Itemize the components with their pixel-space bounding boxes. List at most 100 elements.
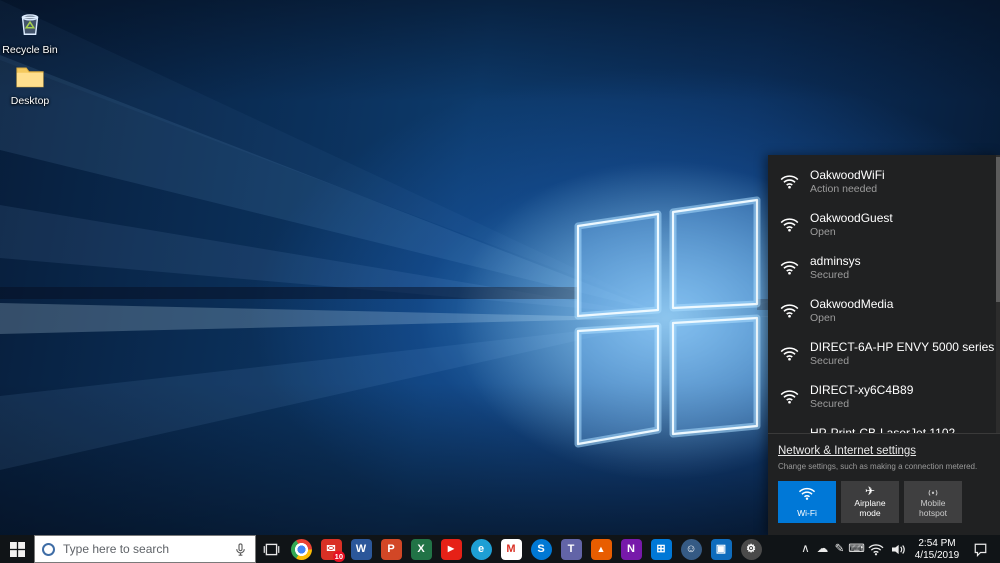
wifi-network-list: OakwoodWiFi Action needed OakwoodGuest O… — [768, 155, 1000, 433]
taskbar-app-photos[interactable]: ▣ — [706, 535, 736, 563]
taskbar-app-store[interactable]: ⊞ — [646, 535, 676, 563]
taskbar-app-teams[interactable]: T — [556, 535, 586, 563]
wifi-network-item-hp-print[interactable]: HP-Print-CB-LaserJet 1102 Open — [768, 418, 1000, 433]
wifi-network-name: DIRECT-6A-HP ENVY 5000 series — [810, 340, 994, 354]
network-settings-link[interactable]: Network & Internet settings — [778, 445, 916, 457]
wifi-icon — [780, 174, 799, 189]
wifi-tile-label: Wi-Fi — [797, 509, 817, 519]
wifi-network-status: Open — [810, 312, 893, 325]
wifi-icon — [780, 346, 799, 361]
wifi-network-item-direct-xy[interactable]: DIRECT-xy6C4B89 Secured — [768, 375, 1000, 418]
taskbar-app-youtube[interactable]: ▶ — [436, 535, 466, 563]
recycle-bin-shortcut[interactable]: Recycle Bin — [2, 8, 58, 56]
wifi-icon — [780, 432, 799, 433]
mobile-hotspot-tile[interactable]: Mobile hotspot — [904, 481, 962, 523]
search-placeholder: Type here to search — [63, 542, 225, 556]
airplane-mode-tile[interactable]: ✈ Airplane mode — [841, 481, 899, 523]
tray-wifi-icon[interactable] — [865, 535, 887, 563]
photos-glyph: ▣ — [716, 544, 726, 555]
folder-icon — [15, 62, 45, 89]
wifi-icon — [780, 217, 799, 232]
edge-glyph: e — [478, 544, 484, 555]
network-settings-caption: Change settings, such as making a connec… — [778, 462, 990, 471]
wifi-network-status: Open — [810, 226, 893, 239]
taskbar-clock[interactable]: 2:54 PM 4/15/2019 — [909, 536, 965, 562]
onenote-icon: N — [621, 539, 642, 560]
edge-icon: e — [471, 539, 492, 560]
wifi-network-item-oakwoodmedia[interactable]: OakwoodMedia Open — [768, 289, 1000, 332]
taskbar-app-settings[interactable]: ⚙ — [736, 535, 766, 563]
powerpoint-glyph: P — [387, 544, 394, 555]
wifi-network-name: HP-Print-CB-LaserJet 1102 — [810, 426, 955, 434]
mobile-hotspot-tile-label: Mobile hotspot — [906, 499, 960, 519]
wifi-network-item-direct-6a[interactable]: DIRECT-6A-HP ENVY 5000 series Secured — [768, 332, 1000, 375]
taskbar-search[interactable]: Type here to search — [34, 535, 256, 563]
clock-date: 4/15/2019 — [909, 550, 965, 562]
taskbar-app-onenote[interactable]: N — [616, 535, 646, 563]
settings-icon: ⚙ — [741, 539, 762, 560]
taskbar-app-skype[interactable]: S — [526, 535, 556, 563]
settings-glyph: ⚙ — [746, 544, 756, 555]
gmail-icon: M — [501, 539, 522, 560]
wifi-network-item-oakwoodguest[interactable]: OakwoodGuest Open — [768, 203, 1000, 246]
word-icon: W — [351, 539, 372, 560]
excel-glyph: X — [417, 544, 424, 555]
wifi-network-status: Secured — [810, 269, 861, 282]
unread-badge: 10 — [333, 551, 345, 562]
action-center-button[interactable] — [965, 542, 995, 557]
windows-desktop: Recycle Bin Desktop OakwoodWiFi Action n… — [0, 0, 1000, 563]
taskbar: Type here to search ✉ 10 W P X ▶ e — [0, 535, 1000, 563]
vlc-glyph: ▲ — [597, 545, 606, 554]
taskbar-app-excel[interactable]: X — [406, 535, 436, 563]
taskbar-app-gmail[interactable]: M — [496, 535, 526, 563]
people-icon: ☺ — [681, 539, 702, 560]
mobile-hotspot-icon — [924, 487, 942, 497]
chrome-icon — [291, 539, 312, 560]
store-icon: ⊞ — [651, 539, 672, 560]
gmail-glyph: M — [506, 544, 515, 555]
wifi-network-name: adminsys — [810, 254, 861, 268]
wifi-network-name: DIRECT-xy6C4B89 — [810, 383, 913, 397]
word-glyph: W — [356, 544, 366, 555]
taskbar-app-people[interactable]: ☺ — [676, 535, 706, 563]
teams-glyph: T — [568, 544, 575, 555]
start-button[interactable] — [0, 535, 34, 563]
quick-action-tiles: Wi-Fi ✈ Airplane mode Mobile hotspot — [768, 474, 1000, 535]
desktop-folder-shortcut[interactable]: Desktop — [2, 62, 58, 107]
taskbar-app-chrome[interactable] — [286, 535, 316, 563]
microphone-icon[interactable] — [233, 542, 248, 557]
wifi-network-item-oakwoodwifi[interactable]: OakwoodWiFi Action needed — [768, 160, 1000, 203]
powerpoint-icon: P — [381, 539, 402, 560]
tray-expand-chevron-icon[interactable]: ∧ — [797, 535, 814, 563]
skype-glyph: S — [537, 544, 544, 555]
wifi-network-name: OakwoodWiFi — [810, 168, 885, 182]
clock-time: 2:54 PM — [909, 538, 965, 550]
flyout-scrollbar[interactable] — [996, 155, 1000, 433]
touch-keyboard-icon[interactable]: ⌨ — [848, 535, 865, 563]
airplane-icon: ✈ — [865, 485, 875, 497]
vlc-icon: ▲ — [591, 539, 612, 560]
skype-icon: S — [531, 539, 552, 560]
task-view-icon — [263, 541, 280, 558]
wifi-tile[interactable]: Wi-Fi — [778, 481, 836, 523]
youtube-glyph: ▶ — [448, 545, 454, 553]
taskbar-app-word[interactable]: W — [346, 535, 376, 563]
taskbar-app-vlc[interactable]: ▲ — [586, 535, 616, 563]
store-glyph: ⊞ — [656, 544, 665, 555]
flyout-footer: Network & Internet settings Change setti… — [768, 433, 1000, 474]
windows-logo-icon — [10, 542, 25, 557]
photos-icon: ▣ — [711, 539, 732, 560]
wifi-network-item-adminsys[interactable]: adminsys Secured — [768, 246, 1000, 289]
youtube-icon: ▶ — [441, 539, 462, 560]
task-view-button[interactable] — [256, 535, 286, 563]
wifi-network-flyout: OakwoodWiFi Action needed OakwoodGuest O… — [768, 155, 1000, 535]
pen-icon[interactable]: ✎ — [831, 535, 848, 563]
volume-icon[interactable] — [887, 535, 909, 563]
teams-icon: T — [561, 539, 582, 560]
taskbar-app-mail[interactable]: ✉ 10 — [316, 535, 346, 563]
wifi-icon — [780, 389, 799, 404]
flyout-scrollbar-thumb[interactable] — [996, 157, 1000, 302]
taskbar-app-powerpoint[interactable]: P — [376, 535, 406, 563]
onedrive-icon[interactable]: ☁ — [814, 535, 831, 563]
taskbar-app-edge[interactable]: e — [466, 535, 496, 563]
